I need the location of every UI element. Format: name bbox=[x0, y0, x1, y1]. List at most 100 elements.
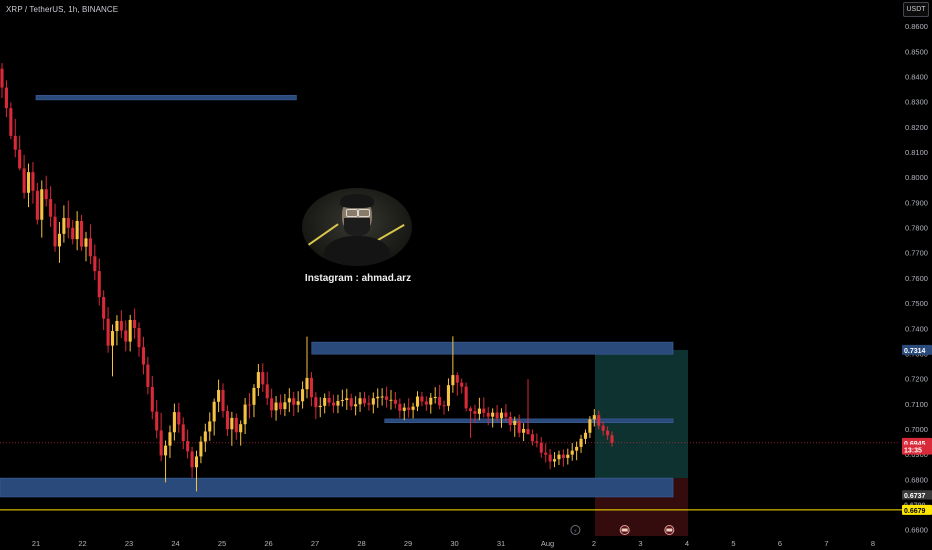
candle-body bbox=[119, 320, 123, 331]
candle-body bbox=[194, 456, 199, 468]
candle-body bbox=[309, 377, 313, 398]
x-axis-tick-label: 3 bbox=[638, 539, 642, 548]
candle-body bbox=[66, 217, 70, 228]
candle-body bbox=[575, 446, 579, 451]
candle-body bbox=[429, 397, 433, 405]
candle-body bbox=[49, 199, 53, 217]
candle-body bbox=[499, 412, 504, 419]
candle-body bbox=[592, 415, 596, 420]
candle-body bbox=[548, 454, 552, 462]
glasses-icon bbox=[346, 209, 358, 217]
candle-body bbox=[535, 441, 539, 443]
candle-body bbox=[53, 216, 57, 247]
x-axis-tick-label: 24 bbox=[171, 539, 179, 548]
candle-body bbox=[415, 396, 420, 407]
candle-body bbox=[539, 442, 543, 453]
x-axis-tick-label: 31 bbox=[497, 539, 505, 548]
support-resistance-zone bbox=[35, 95, 297, 101]
candle-body bbox=[247, 404, 252, 406]
candle-body bbox=[84, 238, 88, 247]
y-axis-tick-label: 0.8500 bbox=[905, 47, 928, 56]
candle-body bbox=[88, 238, 92, 257]
y-axis-tick-label: 0.8600 bbox=[905, 22, 928, 31]
instagram-watermark: Instagram : ahmad.arz bbox=[304, 273, 412, 284]
x-axis-tick-label: 30 bbox=[450, 539, 458, 548]
candle-body bbox=[508, 416, 512, 425]
price-label-text: 0.6679 bbox=[904, 508, 926, 515]
candle-body bbox=[526, 428, 530, 435]
candle-body bbox=[93, 256, 97, 272]
candle-body bbox=[340, 400, 344, 402]
candle-body bbox=[557, 454, 561, 460]
candle-body bbox=[433, 397, 437, 399]
candle-body bbox=[26, 172, 31, 193]
candle-body bbox=[486, 412, 490, 417]
x-axis-tick-label: Aug bbox=[541, 539, 554, 548]
candle-body bbox=[168, 432, 172, 446]
candle-body bbox=[464, 386, 468, 409]
y-axis-tick-label: 0.7700 bbox=[905, 249, 928, 258]
price-chart[interactable]: 0.8600 0.8500 0.8400 0.8300 0.8200 0.8100 0.80… bbox=[0, 0, 932, 550]
candle-body bbox=[128, 319, 132, 342]
candle-body bbox=[278, 402, 283, 410]
chart-background bbox=[0, 0, 932, 550]
candle-body bbox=[150, 386, 154, 412]
candle-body bbox=[305, 377, 309, 390]
candle-body bbox=[367, 403, 371, 405]
candle-body bbox=[40, 189, 44, 220]
candle-body bbox=[172, 412, 176, 433]
candle-body bbox=[385, 396, 389, 400]
candle-body bbox=[517, 420, 521, 433]
trend-arrow-graphic bbox=[376, 224, 405, 242]
x-axis-tick-label: 6 bbox=[778, 539, 782, 548]
x-axis-tick-label: 26 bbox=[264, 539, 272, 548]
candle-body bbox=[504, 412, 508, 417]
currency-button[interactable]: USDT bbox=[903, 2, 929, 17]
candle-body bbox=[460, 382, 464, 387]
candle-body bbox=[230, 417, 234, 430]
candle-body bbox=[446, 385, 450, 406]
candle-body bbox=[225, 411, 229, 430]
y-axis-tick-label: 0.7900 bbox=[905, 198, 928, 207]
candle-body bbox=[522, 428, 526, 433]
candle-body bbox=[491, 412, 495, 417]
y-axis-tick-label: 0.7200 bbox=[905, 375, 928, 384]
candle-body bbox=[579, 438, 583, 447]
candle-body bbox=[358, 398, 362, 405]
candle-body bbox=[146, 364, 150, 387]
y-axis-tick-label: 0.6800 bbox=[905, 475, 928, 484]
candle-body bbox=[9, 108, 13, 136]
candle-body bbox=[31, 172, 35, 191]
candle-body bbox=[393, 399, 397, 404]
candle-body bbox=[62, 217, 66, 234]
lightning-icon: ⚡ bbox=[573, 528, 577, 535]
y-axis-tick-label: 0.7800 bbox=[905, 224, 928, 233]
candle-body bbox=[327, 398, 331, 403]
y-axis-tick-label: 0.8400 bbox=[905, 72, 928, 81]
candle-body bbox=[181, 424, 185, 442]
candle-body bbox=[362, 398, 367, 404]
candle-body bbox=[110, 331, 115, 346]
candle-body bbox=[203, 431, 207, 442]
candle-body bbox=[469, 408, 473, 412]
support-resistance-zone bbox=[311, 341, 674, 355]
candle-body bbox=[0, 68, 4, 88]
x-axis-tick-label: 29 bbox=[404, 539, 412, 548]
candle-body bbox=[420, 396, 424, 402]
candle-body bbox=[221, 389, 225, 412]
candle-body bbox=[411, 406, 415, 410]
candle-body bbox=[57, 233, 62, 247]
candle-body bbox=[186, 441, 190, 452]
x-axis-tick-label: 22 bbox=[78, 539, 86, 548]
candle-body bbox=[177, 412, 181, 425]
y-axis-tick-label: 0.7400 bbox=[905, 324, 928, 333]
candle-body bbox=[566, 454, 570, 458]
candle-body bbox=[345, 398, 349, 401]
candle-body bbox=[80, 221, 84, 247]
candle-body bbox=[296, 401, 300, 405]
candle-body bbox=[97, 271, 101, 298]
candle-body bbox=[18, 149, 22, 169]
candle-body bbox=[473, 411, 477, 414]
x-axis-tick-label: 21 bbox=[32, 539, 40, 548]
candle-body bbox=[274, 402, 278, 411]
